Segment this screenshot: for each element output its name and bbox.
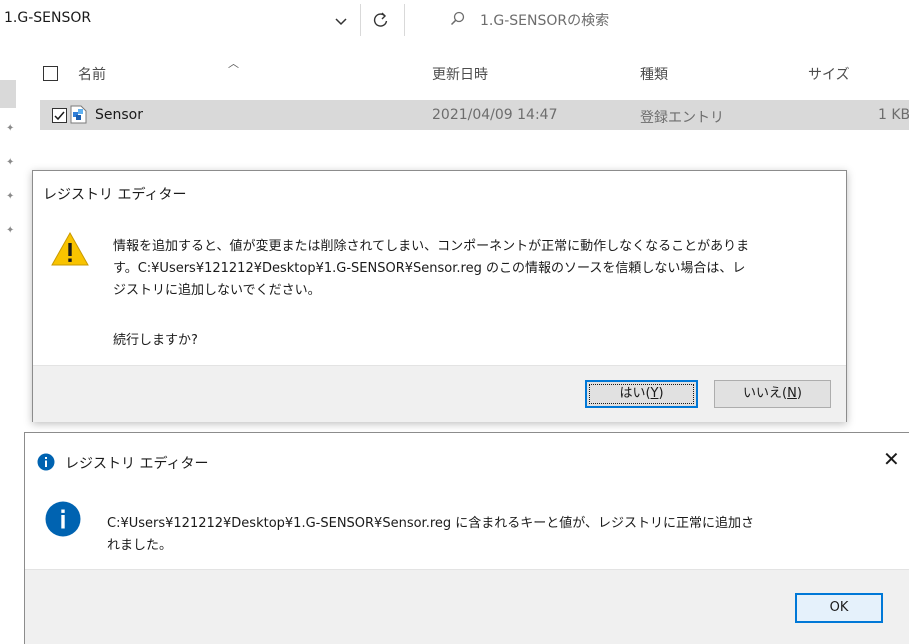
- chevron-down-icon[interactable]: [333, 13, 349, 29]
- dialog-footer: OK: [25, 569, 909, 644]
- column-header-name[interactable]: 名前: [78, 64, 106, 84]
- focus-rect: [589, 384, 694, 404]
- confirm-dialog: レジストリ エディター 情報を追加すると、値が変更または削除されてしまい、コンポ…: [32, 170, 847, 422]
- dialog-title: レジストリ エディター: [65, 456, 209, 472]
- pin-icon: ✦: [6, 157, 15, 168]
- dialog-footer: はい(Y) いいえ(N): [33, 365, 846, 422]
- message-line: ジストリに追加しないでください。: [113, 283, 321, 298]
- message-line: す。C:¥Users¥121212¥Desktop¥1.G-SENSOR¥Sen…: [113, 261, 746, 276]
- select-all-checkbox[interactable]: [43, 66, 58, 81]
- no-label-close: ): [796, 386, 802, 401]
- reg-file-icon: [70, 105, 87, 124]
- yes-button[interactable]: はい(Y): [585, 380, 698, 408]
- no-accesskey: N: [787, 386, 797, 401]
- close-icon[interactable]: ✕: [883, 447, 900, 471]
- file-modified: 2021/04/09 14:47: [432, 107, 558, 123]
- pin-icon: ✦: [6, 191, 15, 202]
- column-header-size[interactable]: サイズ: [808, 64, 850, 84]
- file-type: 登録エントリ: [640, 110, 724, 126]
- message-line: C:¥Users¥121212¥Desktop¥1.G-SENSOR¥Senso…: [107, 516, 755, 531]
- dialog-message: 情報を追加すると、値が変更または削除されてしまい、コンポーネントが正常に動作しな…: [113, 236, 835, 302]
- search-input[interactable]: 1.G-SENSORの検索: [480, 10, 609, 30]
- info-icon: [45, 501, 81, 537]
- pin-icon: ✦: [6, 225, 15, 236]
- no-button[interactable]: いいえ(N): [714, 380, 831, 408]
- address-bar: 1.G-SENSOR 1.G-SENSORの検索: [0, 0, 909, 42]
- row-checkbox[interactable]: [52, 108, 67, 123]
- file-size: 1 KB: [878, 107, 909, 123]
- dialog-question: 続行しますか?: [113, 333, 198, 348]
- sort-up-icon: ︿: [228, 57, 239, 70]
- message-line: れました。: [107, 538, 173, 553]
- result-dialog: レジストリ エディター ✕ C:¥Users¥121212¥Desktop¥1.…: [24, 432, 909, 644]
- address-path[interactable]: 1.G-SENSOR: [4, 10, 91, 26]
- divider: [404, 4, 405, 36]
- pin-icon: ✦: [6, 123, 15, 134]
- column-header-modified[interactable]: 更新日時: [432, 64, 488, 84]
- dialog-title: レジストリ エディター: [43, 187, 187, 203]
- file-name[interactable]: Sensor: [95, 107, 143, 123]
- warning-icon: [51, 231, 89, 266]
- search-icon: [450, 11, 465, 26]
- divider: [360, 4, 361, 36]
- refresh-icon[interactable]: [372, 11, 390, 29]
- info-icon: [37, 453, 55, 471]
- ok-button[interactable]: OK: [795, 593, 883, 623]
- column-header-type[interactable]: 種類: [640, 64, 668, 84]
- nav-pane-scroll[interactable]: [0, 80, 16, 108]
- message-line: 情報を追加すると、値が変更または削除されてしまい、コンポーネントが正常に動作しな…: [113, 239, 750, 254]
- no-label: いいえ(: [743, 386, 788, 401]
- dialog-message: C:¥Users¥121212¥Desktop¥1.G-SENSOR¥Senso…: [107, 513, 887, 557]
